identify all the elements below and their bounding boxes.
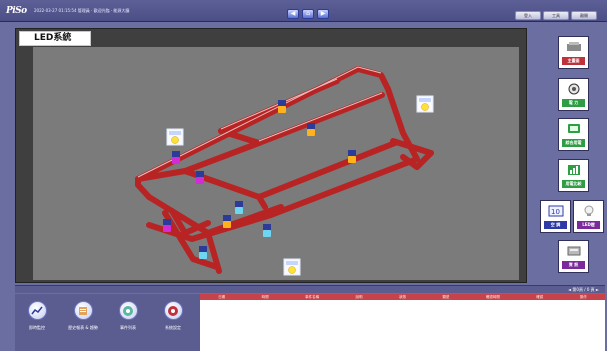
pager-strip: ◄ 第0頁 / 0 頁 ► [15,285,605,293]
login-link[interactable]: 登入 [515,11,541,20]
pager[interactable]: ◄ 第0頁 / 0 頁 ► [568,287,599,293]
floor-plan-svg [135,66,434,276]
tool-label: 即時監控 [29,325,45,330]
server-icon [564,40,584,54]
sidebar-item-aircon[interactable]: 10 空 調 [540,200,571,233]
bulb-device-b[interactable] [416,95,434,113]
corridor-walls [135,66,434,274]
col-status: 狀態 [398,294,406,299]
sidebar-item-compare[interactable]: 用電比較 [558,159,589,192]
lamp-device-7[interactable] [235,201,243,214]
sidebar-item-label: 空 調 [544,221,567,229]
lamp-device-5[interactable] [196,171,204,184]
event-table-header: 日期 時間 事件名稱 說明 狀態 類型 確認時間 確認 操作 [200,294,605,300]
tool-events[interactable]: 事件列表 [113,301,143,345]
tool-label: 系統設定 [165,325,181,330]
settings-icon [163,301,183,320]
trend-icon [27,301,47,320]
sidebar-item-label: 資 訊 [562,261,585,269]
top-links: 登入 工具 離開 [515,11,597,20]
tool-label: 歷史報表 & 趨勢 [68,325,98,330]
lamp-device-4[interactable] [172,151,180,164]
lamp-device-3[interactable] [348,150,356,163]
bar-chart-icon [564,163,584,177]
tool-history[interactable]: 歷史報表 & 趨勢 [68,301,98,345]
sidebar-item-label: 綜合用電 [562,139,585,147]
sidebar-item-main[interactable]: 主畫面 [558,36,589,69]
col-ack: 確認 [536,294,544,299]
lamp-device-1[interactable] [278,100,286,113]
tool-panel: 即時監控 歷史報表 & 趨勢 事件列表 系統設定 [15,294,200,351]
col-ack-time: 確認時間 [485,294,500,299]
top-info-text: 2022-03-27 01:15:54 管理員 ‧ 歡迎光臨 ‧ 能源大廳 [34,8,130,13]
tool-label: 事件列表 [120,325,136,330]
tool-realtime[interactable]: 即時監控 [22,301,52,345]
exit-link[interactable]: 離開 [571,11,597,20]
sidebar-item-led[interactable]: LED燈 [573,200,604,233]
nav-buttons: ◀ ⌂ ▶ [287,9,329,19]
sidebar-item-combined[interactable]: 綜合用電 [558,118,589,151]
col-date: 日期 [218,294,226,299]
floorplan-stage: LED系統 ON [15,28,527,283]
bulb-icon [579,204,599,218]
sidebar: 主畫面 電 力 綜合用電 用電比較 10 空 調 LED燈 資 訊 [534,28,604,283]
home-button[interactable]: ⌂ [302,9,314,19]
floor-plan [33,47,519,280]
meter-icon [564,82,584,96]
app-logo: PiSo [6,6,27,16]
page-title: LED系統 [19,31,91,46]
sidebar-item-label: 用電比較 [562,180,585,188]
sidebar-item-info[interactable]: 資 訊 [558,240,589,273]
top-bar: PiSo 2022-03-27 01:15:54 管理員 ‧ 歡迎光臨 ‧ 能源… [0,0,607,22]
col-desc: 說明 [355,294,363,299]
bulb-device-a[interactable] [166,128,184,146]
col-type: 類型 [442,294,450,299]
disc-icon [118,301,138,320]
col-time: 時間 [261,294,269,299]
lamp-device-8[interactable] [263,224,271,237]
col-action: 操作 [579,294,587,299]
svg-text:10: 10 [551,208,560,216]
info-box-icon [564,244,584,258]
lamp-device-9[interactable] [199,246,207,259]
tool-settings[interactable]: 系統設定 [158,301,188,345]
forward-button[interactable]: ▶ [317,9,329,19]
back-button[interactable]: ◀ [287,9,299,19]
lamp-device-10[interactable] [223,215,231,228]
sidebar-item-label: LED燈 [577,221,600,229]
col-event: 事件名稱 [305,294,320,299]
lamp-device-2[interactable] [307,123,315,136]
air-conditioner-icon: 10 [546,204,566,218]
event-table: 日期 時間 事件名稱 說明 狀態 類型 確認時間 確認 操作 [200,294,605,351]
monitor-icon [564,122,584,136]
tools-link[interactable]: 工具 [543,11,569,20]
bulb-device-c[interactable] [283,258,301,276]
report-icon [73,301,93,320]
sidebar-item-label: 主畫面 [562,57,585,65]
sidebar-item-label: 電 力 [562,99,585,107]
sidebar-item-power[interactable]: 電 力 [558,78,589,111]
lamp-device-6[interactable] [163,219,171,232]
